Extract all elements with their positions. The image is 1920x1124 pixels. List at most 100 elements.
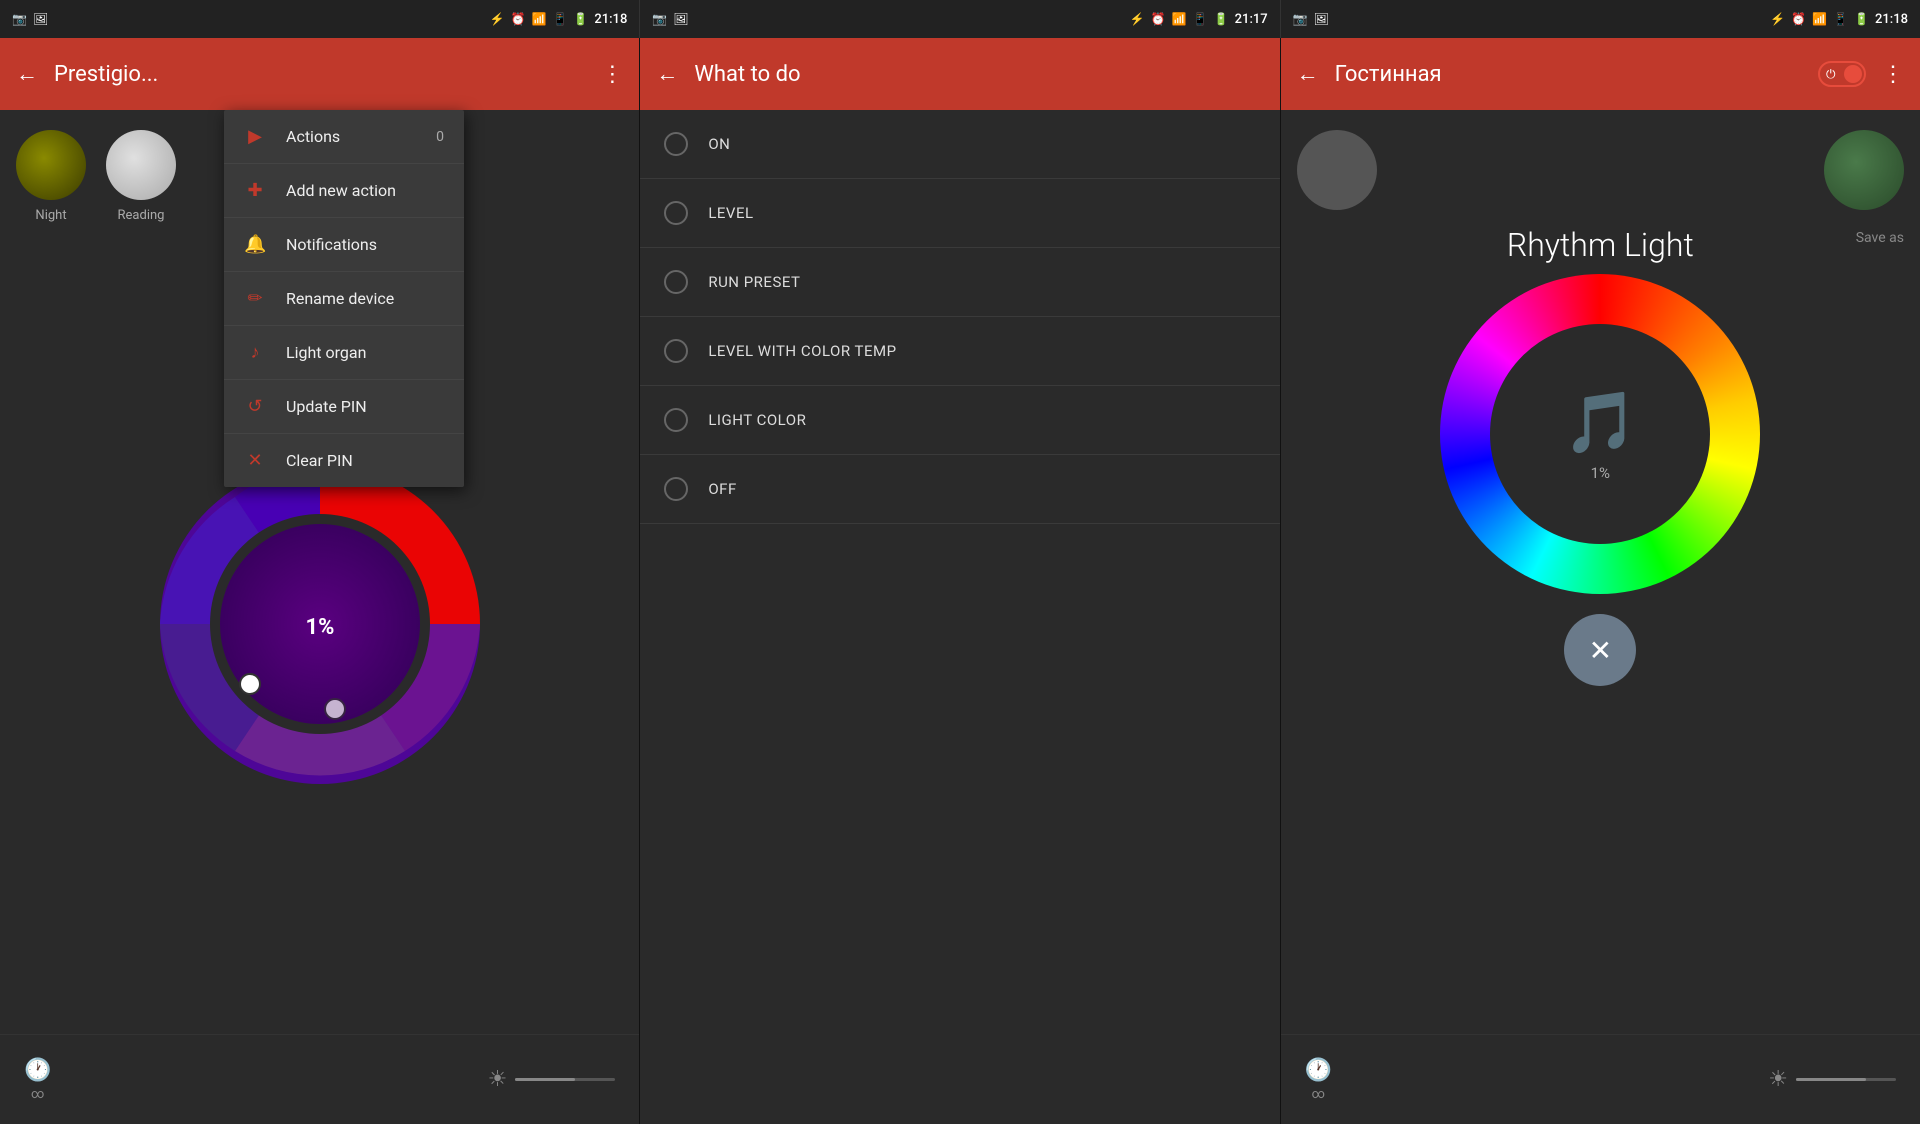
slider-container-1: ☀ [488, 1067, 616, 1092]
clock-icon-3[interactable]: 🕐 [1305, 1058, 1332, 1083]
image-icon-1: 🖼 [33, 12, 48, 26]
screen-1: ← Prestigio... ⋮ Night Reading [0, 38, 640, 1124]
status-bar-screen3: 📷 🖼 ⚡ ⏰ 📶 📱 🔋 21:18 [1281, 0, 1920, 38]
radio-off[interactable] [664, 477, 688, 501]
image-icon-3: 🖼 [1314, 12, 1329, 26]
x-icon: ✕ [244, 450, 266, 471]
app-title-2: What to do [694, 62, 1263, 87]
list-item-run-preset[interactable]: RUN PRESET [640, 248, 1279, 317]
brightness-icon-3[interactable]: ☀ [1768, 1067, 1788, 1092]
preset-night[interactable]: Night [16, 130, 86, 223]
list-label-off: OFF [708, 480, 736, 498]
actions-badge: 0 [436, 129, 444, 145]
app-bar-3: ← Гостинная ⏻ ⋮ [1281, 38, 1920, 110]
bluetooth-icon-2: ⚡ [1130, 12, 1145, 26]
preset-grey-3[interactable] [1297, 130, 1377, 210]
fab-close-button[interactable]: ✕ [1564, 614, 1636, 686]
list-label-run-preset: RUN PRESET [708, 273, 800, 291]
photo-icon-2: 📷 [652, 12, 667, 26]
screens-container: ← Prestigio... ⋮ Night Reading [0, 38, 1920, 1124]
menu-button-1[interactable]: ⋮ [601, 62, 623, 87]
time-1: 21:18 [594, 12, 627, 27]
image-icon-2: 🖼 [673, 12, 688, 26]
dropdown-add-action[interactable]: ✚ Add new action [224, 164, 464, 218]
bottom-bar-1: 🕐 ∞ ☀ [0, 1034, 639, 1124]
notifications-label: Notifications [286, 235, 444, 254]
refresh-icon: ↺ [244, 396, 266, 417]
bluetooth-icon-1: ⚡ [490, 12, 505, 26]
list-item-level[interactable]: LEVEL [640, 179, 1279, 248]
dropdown-light-organ[interactable]: ♪ Light organ [224, 326, 464, 380]
bluetooth-icon-3: ⚡ [1770, 12, 1785, 26]
wifi-icon-1: 📶 [531, 12, 546, 26]
dropdown-actions[interactable]: ▶ Actions 0 [224, 110, 464, 164]
signal-icon-1: 📱 [552, 12, 567, 26]
battery-icon-3: 🔋 [1854, 12, 1869, 26]
alarm-icon-2: ⏰ [1151, 12, 1166, 26]
time-2: 21:17 [1235, 12, 1268, 27]
list-item-off[interactable]: OFF [640, 455, 1279, 524]
screen-2: ← What to do ON LEVEL RUN PRESET LEVEL W… [640, 38, 1280, 1124]
slider-track-1 [515, 1078, 575, 1081]
app-title-3: Гостинная [1335, 62, 1802, 87]
screen3-content: Rhythm Light Save as 🎵 1% ✕ [1281, 110, 1920, 1124]
actions-icon: ▶ [244, 126, 266, 147]
status-icons-right-3: ⚡ ⏰ 📶 📱 🔋 21:18 [1770, 12, 1908, 27]
preset-reading[interactable]: Reading [106, 130, 176, 223]
clock-icon-1[interactable]: 🕐 [24, 1058, 51, 1083]
dropdown-update-pin[interactable]: ↺ Update PIN [224, 380, 464, 434]
status-bar-screen2: 📷 🖼 ⚡ ⏰ 📶 📱 🔋 21:17 [640, 0, 1280, 38]
color-wheel[interactable]: 1% [150, 454, 490, 794]
time-3: 21:18 [1875, 12, 1908, 27]
dropdown-clear-pin[interactable]: ✕ Clear PIN [224, 434, 464, 487]
preset-night-circle [16, 130, 86, 200]
update-pin-label: Update PIN [286, 397, 444, 416]
list-item-light-color[interactable]: LIGHT COLOR [640, 386, 1279, 455]
back-button-1[interactable]: ← [16, 61, 38, 87]
screen2-content: ON LEVEL RUN PRESET LEVEL WITH COLOR TEM… [640, 110, 1279, 1124]
app-title-1: Prestigio... [54, 62, 585, 87]
radio-on[interactable] [664, 132, 688, 156]
rhythm-top-row [1281, 110, 1920, 210]
brightness-slider-1[interactable] [515, 1078, 615, 1081]
rainbow-inner: 🎵 1% [1490, 324, 1710, 544]
svg-text:1%: 1% [305, 615, 334, 640]
alarm-icon-3: ⏰ [1791, 12, 1806, 26]
add-icon: ✚ [244, 180, 266, 201]
photo-icon-3: 📷 [1293, 12, 1308, 26]
brightness-icon-1[interactable]: ☀ [488, 1067, 508, 1092]
list-label-on: ON [708, 135, 730, 153]
status-icons-left-2: 📷 🖼 [652, 12, 688, 26]
signal-icon-3: 📱 [1833, 12, 1848, 26]
list-item-level-color-temp[interactable]: LEVEL WITH COLOR TEMP [640, 317, 1279, 386]
brightness-slider-3[interactable] [1796, 1078, 1896, 1081]
wifi-icon-2: 📶 [1172, 12, 1187, 26]
radio-run-preset[interactable] [664, 270, 688, 294]
rainbow-ring[interactable]: 🎵 1% [1440, 274, 1760, 594]
power-toggle-3[interactable]: ⏻ [1818, 61, 1866, 87]
dropdown-rename[interactable]: ✏ Rename device [224, 272, 464, 326]
slider-track-3 [1796, 1078, 1866, 1081]
status-icons-left-1: 📷 🖼 [12, 12, 48, 26]
infinity-label-1: ∞ [31, 1087, 44, 1102]
status-icons-left-3: 📷 🖼 [1293, 12, 1329, 26]
battery-icon-2: 🔋 [1214, 12, 1229, 26]
preset-green-3[interactable] [1824, 130, 1904, 210]
back-button-2[interactable]: ← [656, 61, 678, 87]
rainbow-circle-container: 🎵 1% [1440, 274, 1760, 594]
close-icon-fab: ✕ [1589, 634, 1612, 667]
status-bar: 📷 🖼 ⚡ ⏰ 📶 📱 🔋 21:18 📷 🖼 ⚡ ⏰ 📶 📱 🔋 21:17 [0, 0, 1920, 38]
menu-button-3[interactable]: ⋮ [1882, 62, 1904, 87]
radio-light-color[interactable] [664, 408, 688, 432]
screen-3: ← Гостинная ⏻ ⋮ Rhythm Light Save as [1281, 38, 1920, 1124]
radio-level[interactable] [664, 201, 688, 225]
status-bar-screen1: 📷 🖼 ⚡ ⏰ 📶 📱 🔋 21:18 [0, 0, 640, 38]
dropdown-notifications[interactable]: 🔔 Notifications [224, 218, 464, 272]
list-item-on[interactable]: ON [640, 110, 1279, 179]
radio-level-color-temp[interactable] [664, 339, 688, 363]
photo-icon-1: 📷 [12, 12, 27, 26]
save-as-label[interactable]: Save as [1856, 230, 1904, 246]
rhythm-title: Rhythm Light [1507, 226, 1694, 264]
back-button-3[interactable]: ← [1297, 61, 1319, 87]
percent-label-s3: 1% [1591, 464, 1610, 482]
